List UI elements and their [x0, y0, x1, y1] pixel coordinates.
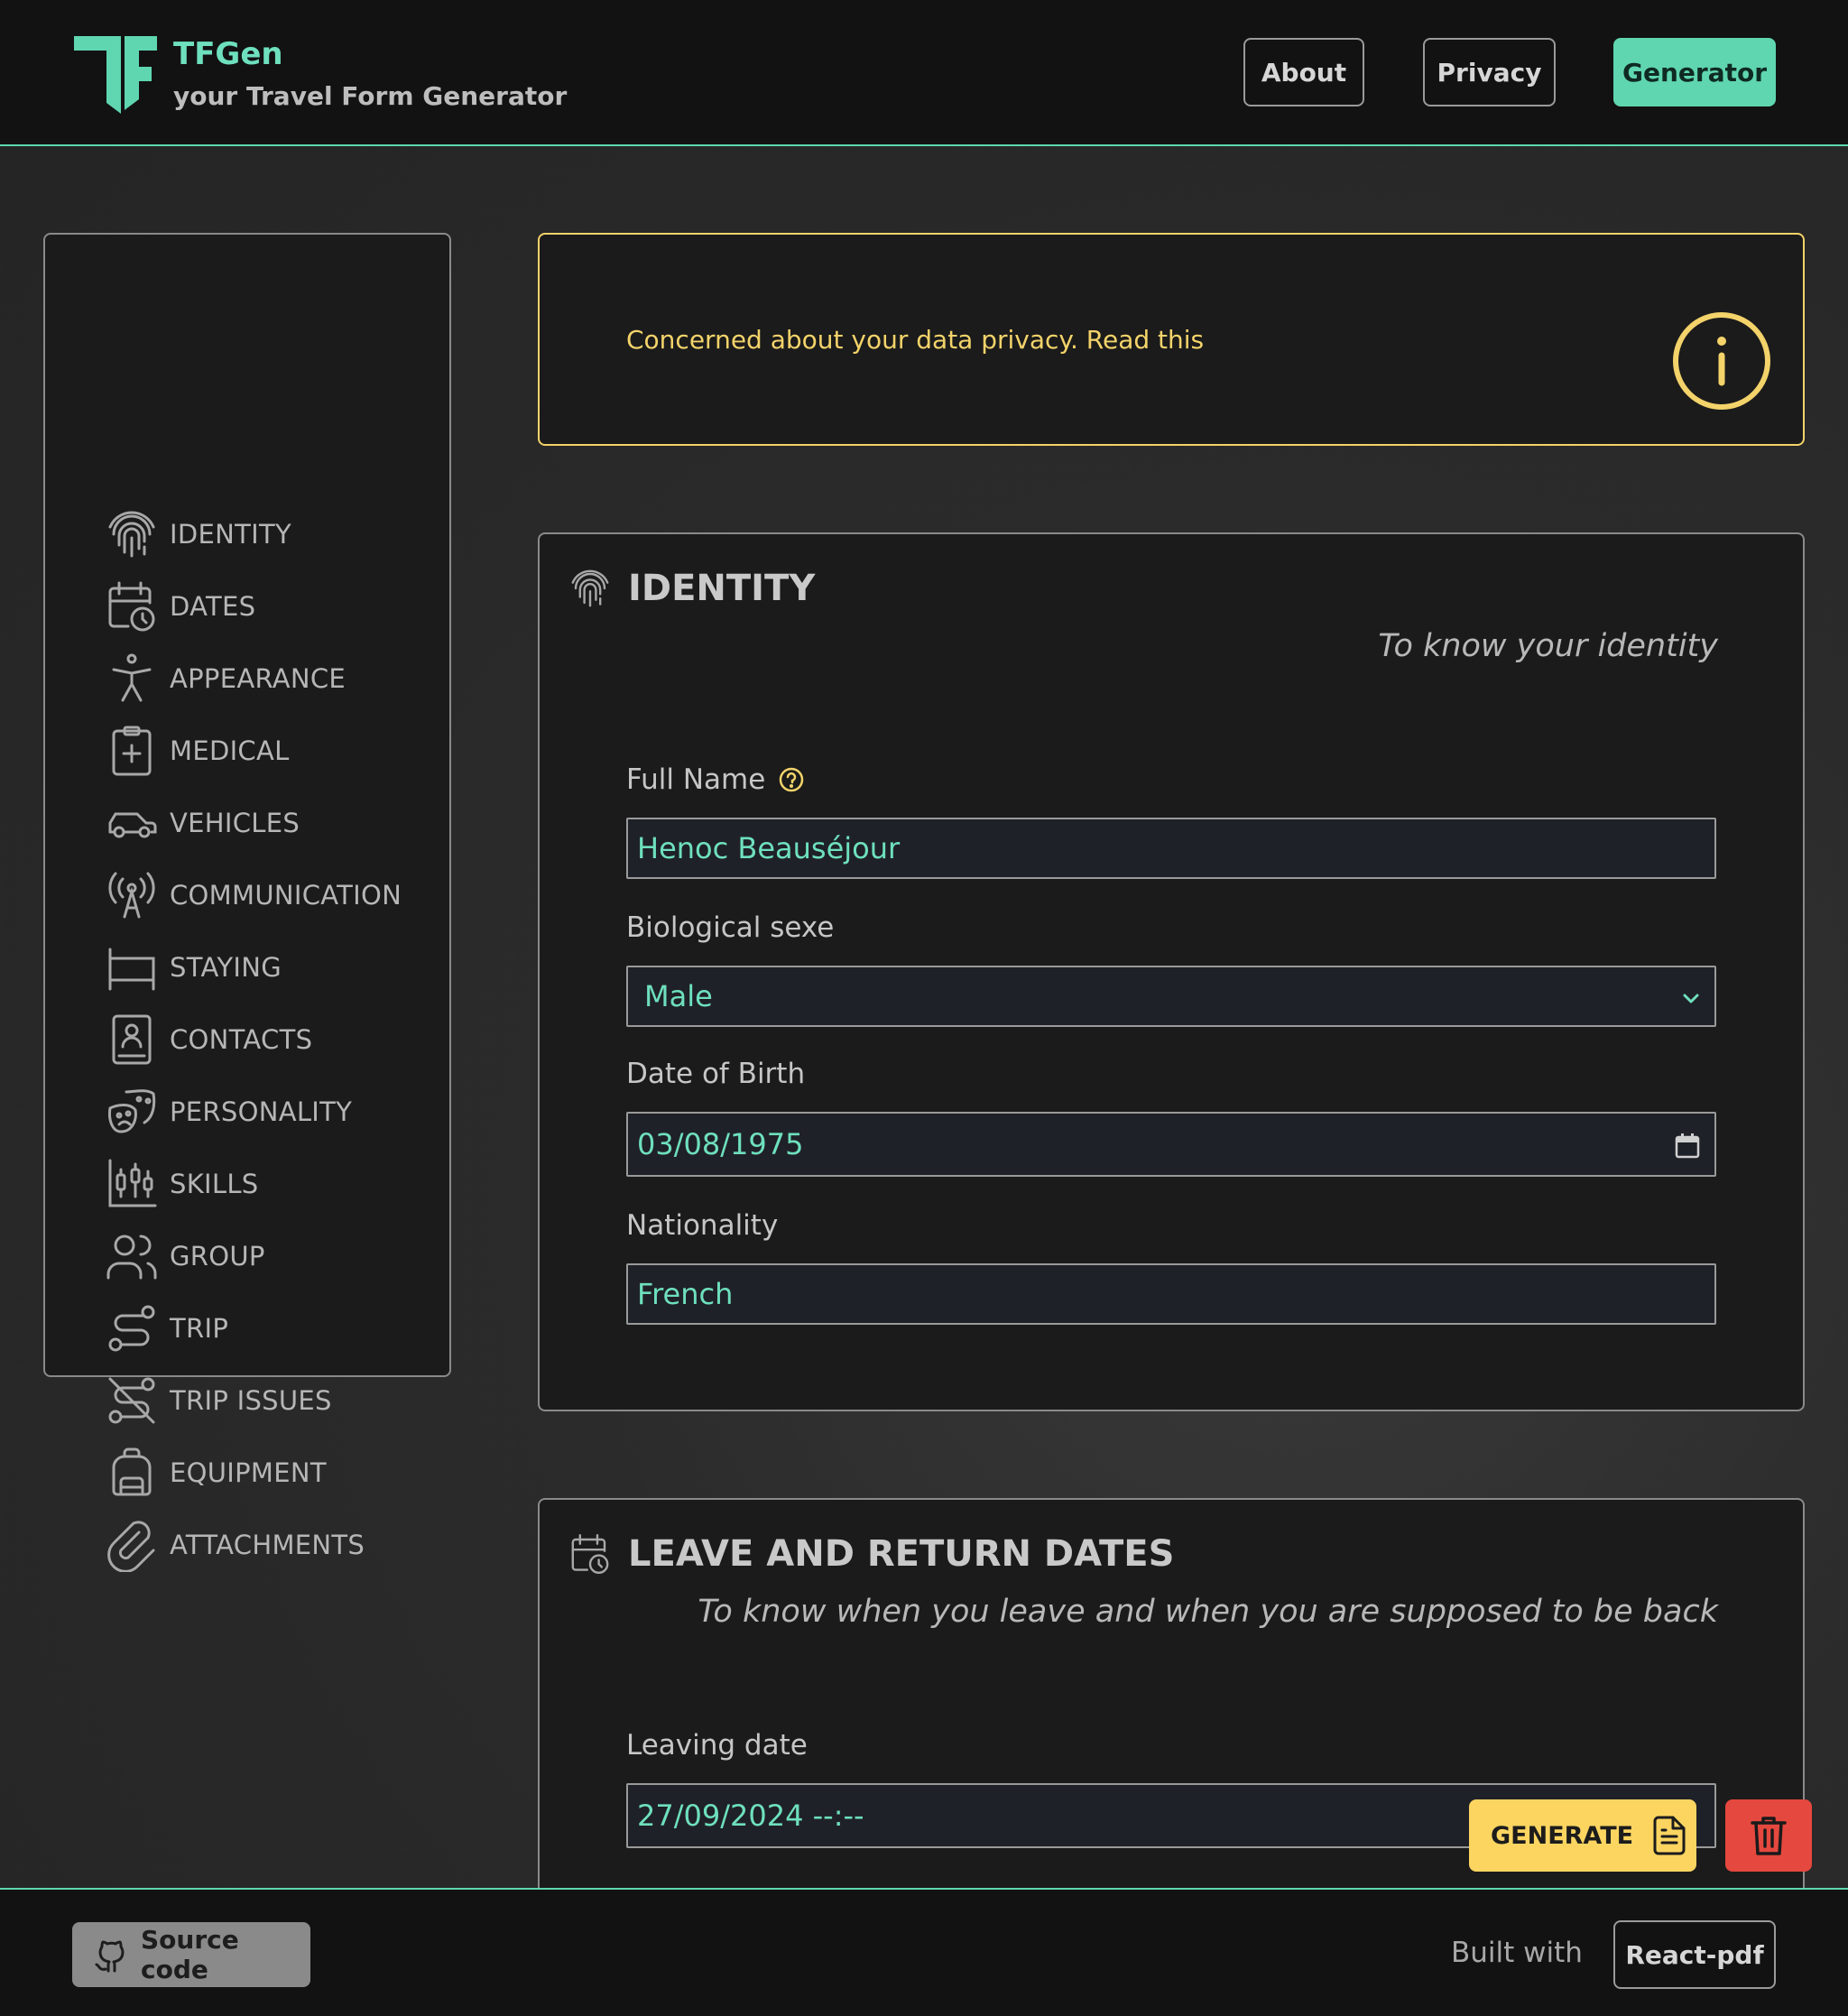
car-icon [105, 796, 159, 850]
sidebar-item-staying[interactable]: STAYING [105, 931, 282, 1003]
github-icon [94, 1937, 141, 1973]
generate-button-label: GENERATE [1491, 1821, 1634, 1850]
privacy-alert-text[interactable]: Concerned about your data privacy. Read … [626, 325, 1204, 355]
sidebar-item-communication[interactable]: COMMUNICATION [105, 859, 402, 931]
sidebar-item-medical[interactable]: MEDICAL [105, 715, 290, 787]
sidebar-item-label: GROUP [170, 1241, 265, 1272]
info-icon [1671, 310, 1772, 412]
sidebar-item-label: VEHICLES [170, 808, 300, 838]
about-button[interactable]: About [1243, 38, 1364, 106]
app-footer: Source code Built with React-pdf [0, 1888, 1848, 2016]
route-off-icon [105, 1373, 159, 1428]
generator-button[interactable]: Generator [1613, 38, 1776, 106]
paperclip-icon [105, 1518, 159, 1572]
sidebar-item-group[interactable]: GROUP [105, 1220, 265, 1292]
react-pdf-button[interactable]: React-pdf [1613, 1920, 1776, 1989]
sidebar-item-label: EQUIPMENT [170, 1457, 327, 1488]
document-icon [1633, 1815, 1687, 1856]
backpack-icon [105, 1446, 159, 1500]
date-of-birth-label: Date of Birth [626, 1058, 806, 1090]
sidebar-item-label: ATTACHMENTS [170, 1530, 365, 1560]
sidebar-item-label: SKILLS [170, 1169, 259, 1199]
privacy-button[interactable]: Privacy [1423, 38, 1556, 106]
app-header: TFGen your Travel Form Generator About P… [0, 0, 1848, 146]
dates-title: LEAVE AND RETURN DATES [628, 1533, 1175, 1575]
generate-button[interactable]: GENERATE [1469, 1799, 1696, 1872]
calendar-clock-icon [105, 579, 159, 633]
fingerprint-icon [105, 507, 159, 561]
sidebar-item-appearance[interactable]: APPEARANCE [105, 643, 346, 715]
sidebar-item-label: MEDICAL [170, 735, 290, 766]
source-code-label: Source code [141, 1925, 239, 1984]
sidebar-item-label: TRIP ISSUES [170, 1385, 332, 1416]
route-icon [105, 1301, 159, 1355]
full-name-label: Full Name [626, 763, 805, 796]
masks-icon [105, 1085, 159, 1139]
section-sidebar: IDENTITY DATES APPEARANCE MEDICAL VEHICL… [43, 233, 451, 1572]
source-code-button[interactable]: Source code [72, 1922, 310, 1987]
trash-icon [1749, 1814, 1788, 1857]
sidebar-item-label: PERSONALITY [170, 1096, 353, 1127]
date-of-birth-input[interactable]: 03/08/1975 [626, 1112, 1716, 1177]
medical-clipboard-icon [105, 724, 159, 778]
full-name-label-text: Full Name [626, 763, 766, 796]
identity-title: IDENTITY [628, 568, 816, 609]
privacy-alert[interactable]: Concerned about your data privacy. Read … [538, 233, 1805, 446]
sidebar-item-label: APPEARANCE [170, 663, 346, 694]
identity-section: IDENTITY To know your identity Full Name… [538, 532, 1805, 1411]
leaving-date-label: Leaving date [626, 1729, 808, 1762]
identity-header: IDENTITY [568, 567, 815, 610]
sidebar-item-attachments[interactable]: ATTACHMENTS [105, 1509, 365, 1581]
sidebar-item-label: CONTACTS [170, 1024, 313, 1055]
sidebar-item-label: COMMUNICATION [170, 880, 402, 911]
help-icon[interactable] [778, 766, 805, 793]
brand-name: TFGen [173, 36, 283, 72]
date-of-birth-value: 03/08/1975 [637, 1127, 804, 1161]
sidebar-item-personality[interactable]: PERSONALITY [105, 1076, 352, 1148]
sidebar-item-trip-issues[interactable]: TRIP ISSUES [105, 1364, 332, 1437]
sidebar-item-equipment[interactable]: EQUIPMENT [105, 1437, 327, 1509]
tfgen-logo-icon[interactable] [74, 31, 157, 114]
delete-button[interactable] [1725, 1799, 1812, 1872]
calendar-icon[interactable] [1673, 1132, 1702, 1161]
dates-subtitle: To know when you leave and when you are … [698, 1594, 1718, 1630]
biological-sex-value: Male [644, 979, 713, 1013]
sidebar-item-identity[interactable]: IDENTITY [105, 498, 291, 570]
nationality-input[interactable]: French [626, 1263, 1716, 1325]
person-icon [105, 652, 159, 706]
sidebar-item-label: IDENTITY [170, 519, 291, 550]
sidebar-item-label: STAYING [170, 952, 282, 983]
calendar-clock-icon [568, 1532, 612, 1576]
brand-tagline: your Travel Form Generator [173, 81, 568, 111]
sidebar-item-trip[interactable]: TRIP [105, 1292, 228, 1364]
biological-sex-select[interactable]: Male [626, 966, 1716, 1027]
full-name-input[interactable]: Henoc Beauséjour [626, 818, 1716, 879]
fingerprint-icon [568, 567, 612, 610]
sidebar-item-vehicles[interactable]: VEHICLES [105, 787, 300, 859]
chevron-down-icon [1680, 987, 1702, 1009]
sidebar-item-skills[interactable]: SKILLS [105, 1148, 259, 1220]
built-with-text: Built with [1451, 1937, 1583, 1969]
sidebar-item-label: TRIP [170, 1313, 229, 1344]
contact-book-icon [105, 1013, 159, 1067]
sidebar-item-contacts[interactable]: CONTACTS [105, 1003, 312, 1076]
sidebar-item-label: DATES [170, 591, 256, 622]
dates-header: LEAVE AND RETURN DATES [568, 1532, 1174, 1576]
identity-subtitle: To know your identity [1378, 628, 1718, 664]
antenna-icon [105, 868, 159, 922]
sidebar-item-dates[interactable]: DATES [105, 570, 255, 643]
skills-chart-icon [105, 1157, 159, 1211]
biological-sex-label: Biological sexe [626, 911, 835, 944]
bed-icon [105, 940, 159, 994]
nationality-label: Nationality [626, 1209, 779, 1242]
users-icon [105, 1229, 159, 1283]
